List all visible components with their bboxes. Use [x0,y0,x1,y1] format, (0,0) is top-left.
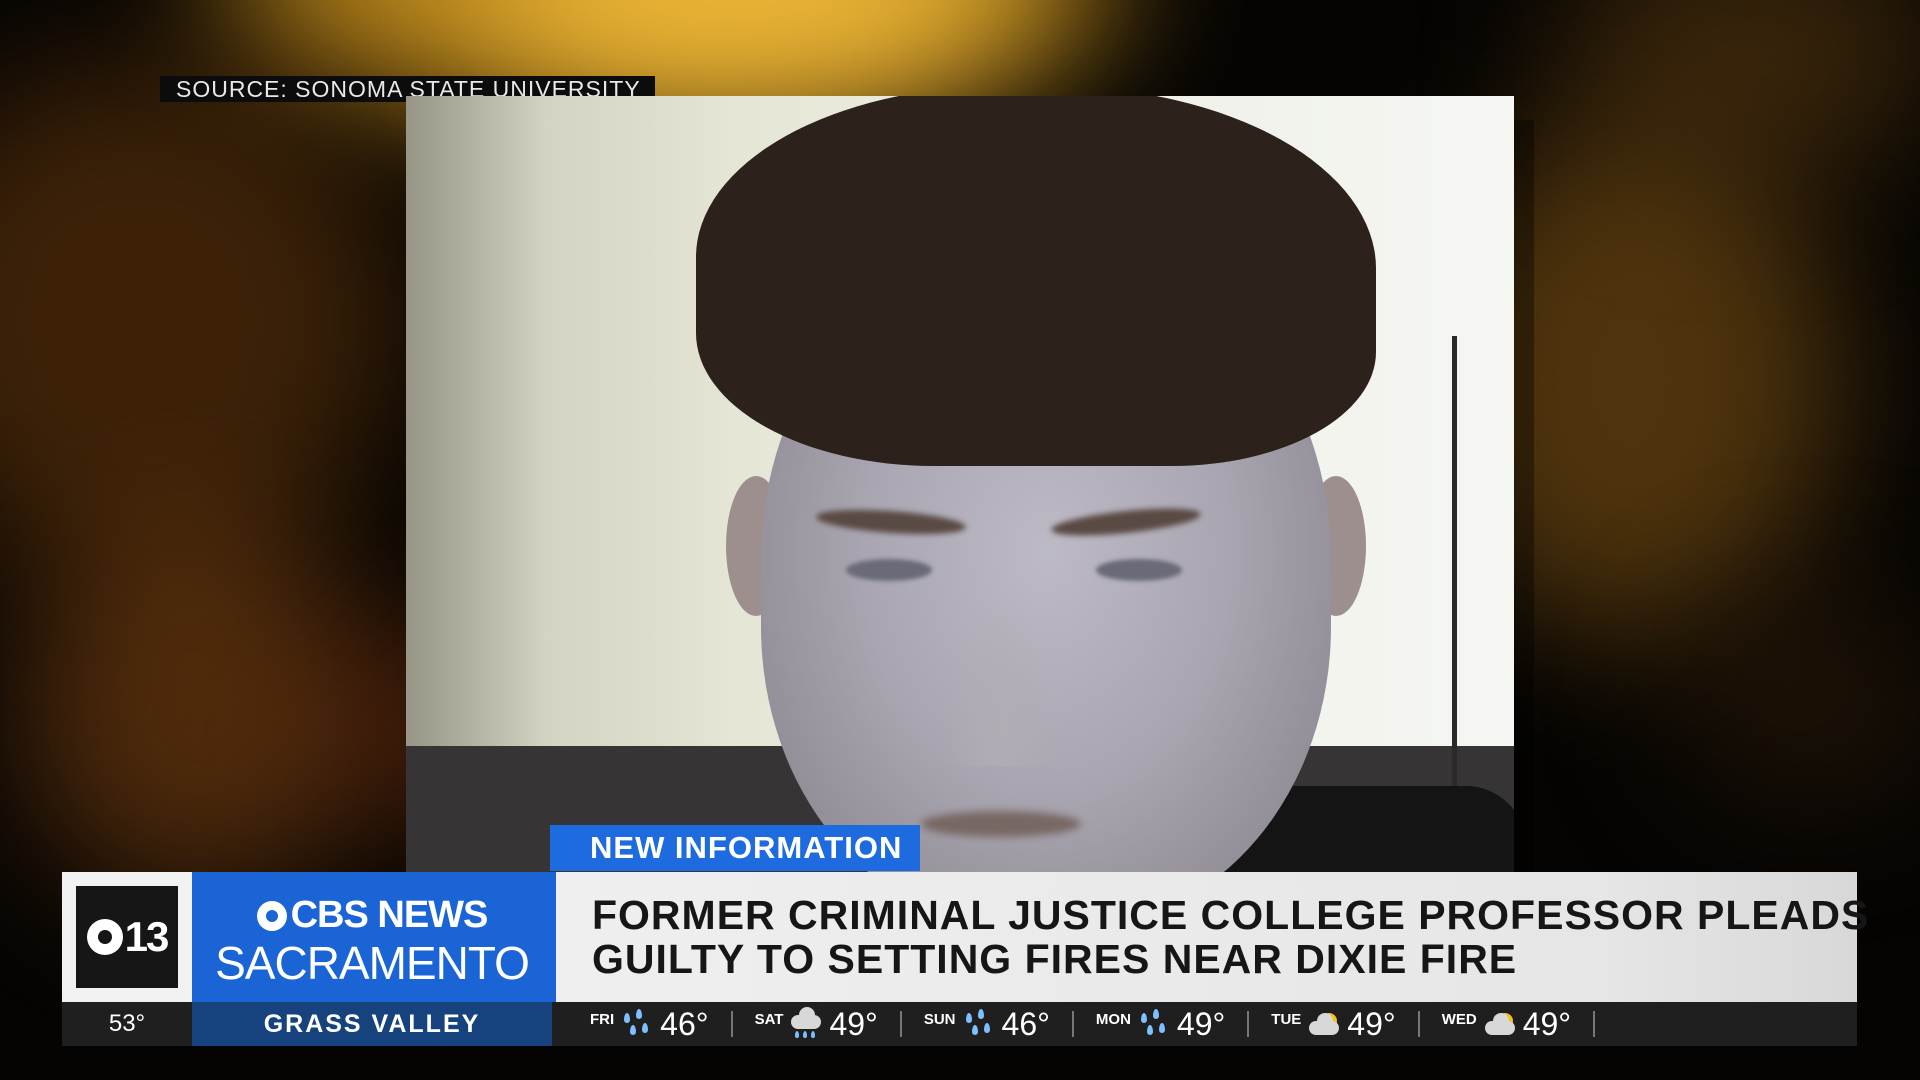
weather-ticker: 53° GRASS VALLEY FRI 46° SAT 49° SUN 46°… [62,1002,1857,1046]
weather-location: GRASS VALLEY [192,1002,552,1046]
rain-icon [962,1007,996,1041]
forecast-day-name: FRI [590,1010,615,1028]
partly-cloudy-icon [1307,1007,1341,1041]
current-temperature: 53° [108,1010,146,1037]
cbs13-logo: 13 [62,872,192,1002]
partly-cloudy-icon [1483,1007,1517,1041]
forecast-day: TUE 49° [1271,1002,1395,1046]
forecast-day-name: WED [1441,1010,1477,1028]
network-name: CBS NEWS [290,894,489,936]
cbs-eye-icon [86,919,123,955]
forecast-day-name: SUN [923,1010,956,1028]
separator [899,1011,902,1037]
lower-third-bar: 13 CBS NEWS SACRAMENTO FORMER CRIMINAL J… [62,872,1868,1002]
forecast-temp: 49° [1176,1005,1226,1042]
forecast-day-name: MON [1095,1010,1131,1028]
city-name: SACRAMENTO [215,937,530,989]
forecast-temp: 46° [660,1005,709,1042]
forecast-day: FRI 46° [590,1002,709,1046]
channel-number: 13 [124,913,170,960]
headline-box: FORMER CRIMINAL JUSTICE COLLEGE PROFESSO… [552,872,1868,1002]
forecast-temp: 49° [1347,1005,1396,1042]
headline-line-2: GUILTY TO SETTING FIRES NEAR DIXIE FIRE [592,936,1518,982]
forecast-day: MON 49° [1096,1002,1225,1046]
cbs-eye-icon [256,900,287,931]
rain-icon [620,1007,654,1041]
new-information-tag: NEW INFORMATION [550,825,920,871]
forecast-day: SAT 49° [755,1002,878,1046]
forecast-day-name: TUE [1271,1010,1302,1028]
separator [1417,1011,1420,1037]
rain-icon [1137,1007,1171,1041]
separator [1071,1011,1074,1037]
separator [1247,1011,1250,1037]
forecast-temp: 49° [829,1005,878,1042]
rain-cloud-icon [789,1007,823,1041]
forecast-temp: 49° [1522,1005,1572,1042]
forecast-temp: 46° [1001,1005,1050,1042]
forecast-day-name: SAT [754,1010,784,1028]
headline-line-1: FORMER CRIMINAL JUSTICE COLLEGE PROFESSO… [592,892,1870,938]
news-photo [406,96,1514,896]
station-branding: CBS NEWS SACRAMENTO [192,872,552,1002]
separator [730,1011,733,1037]
forecast-day: SUN 46° [924,1002,1050,1046]
separator [1593,1011,1596,1037]
forecast-strip: FRI 46° SAT 49° SUN 46° MON 49° TUE 49° [590,1002,1617,1046]
forecast-day: WED 49° [1442,1002,1571,1046]
